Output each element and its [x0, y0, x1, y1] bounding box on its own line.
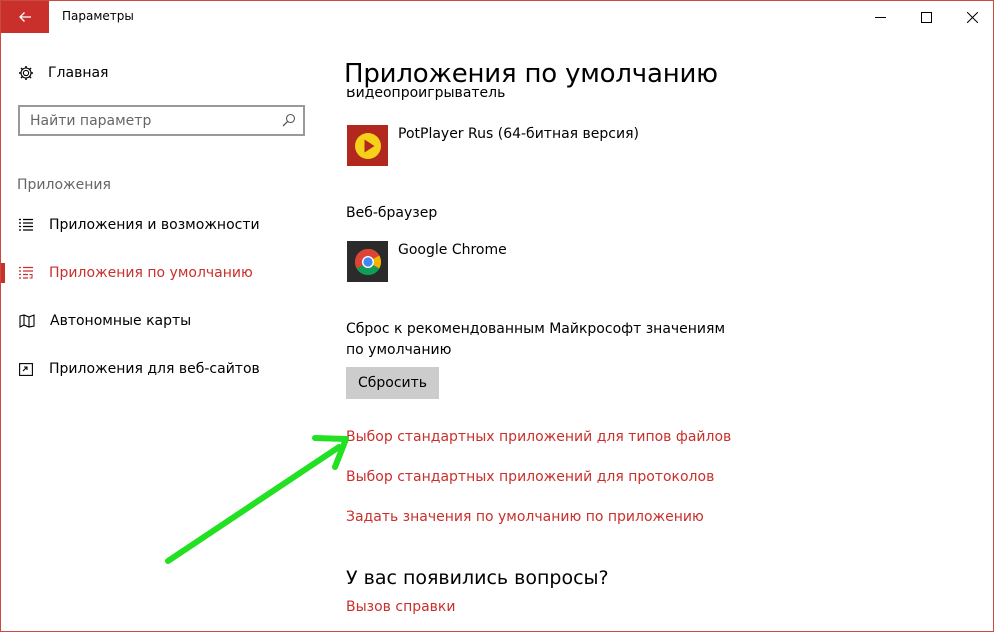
sidebar-item-default-apps[interactable]: Приложения по умолчанию [1, 253, 321, 293]
back-button[interactable] [1, 1, 49, 33]
maximize-icon [920, 11, 932, 23]
map-icon [19, 313, 37, 329]
minimize-icon [874, 16, 886, 18]
sidebar-item-apps-features[interactable]: Приложения и возможности [1, 205, 321, 245]
questions-heading: У вас появились вопросы? [346, 567, 609, 589]
close-button[interactable] [949, 1, 993, 33]
web-apps-icon [19, 361, 37, 377]
browser-label: Веб-браузер [346, 205, 438, 221]
title-bar: Параметры [1, 1, 993, 33]
link-by-app[interactable]: Задать значения по умолчанию по приложен… [346, 509, 704, 525]
maximize-button[interactable] [903, 1, 949, 33]
search-box[interactable] [18, 105, 305, 136]
active-indicator [1, 263, 5, 283]
default-apps-icon [19, 265, 37, 281]
chrome-icon [347, 241, 388, 282]
sidebar-item-offline-maps[interactable]: Автономные карты [1, 301, 321, 341]
minimize-button[interactable] [857, 1, 903, 33]
search-input[interactable] [20, 107, 260, 134]
search-icon [282, 113, 296, 127]
section-label: Приложения [17, 177, 111, 193]
sidebar-item-label: Автономные карты [50, 313, 192, 329]
sidebar-item-label: Приложения и возможности [49, 217, 260, 233]
link-protocols[interactable]: Выбор стандартных приложений для протоко… [346, 469, 714, 485]
home-link[interactable]: Главная [18, 65, 108, 81]
link-file-types[interactable]: Выбор стандартных приложений для типов ф… [346, 429, 731, 445]
reset-button[interactable]: Сбросить [346, 367, 439, 399]
video-player-app-name: PotPlayer Rus (64-битная версия) [398, 126, 639, 142]
reset-description: Сброс к рекомендованным Майкрософт значе… [346, 321, 726, 358]
close-icon [966, 11, 978, 23]
window-title: Параметры [62, 9, 134, 23]
back-arrow-icon [19, 12, 31, 22]
page-title: Приложения по умолчанию [344, 59, 728, 89]
sidebar: Главная Приложения Приложения и возможно… [1, 33, 321, 631]
help-link[interactable]: Вызов справки [346, 599, 456, 615]
gear-icon [19, 66, 33, 80]
sidebar-item-label: Приложения по умолчанию [49, 265, 253, 281]
browser-app[interactable]: Google Chrome [347, 241, 507, 282]
potplayer-icon [347, 125, 388, 166]
list-icon [19, 217, 37, 233]
settings-window: Параметры Главная Приложени [0, 0, 994, 632]
sidebar-item-label: Приложения для веб-сайтов [49, 361, 260, 377]
video-player-app[interactable]: PotPlayer Rus (64-битная версия) [347, 125, 639, 166]
main-content: Видеопроигрыватель Приложения по умолчан… [321, 33, 993, 631]
browser-app-name: Google Chrome [398, 242, 507, 258]
sidebar-item-web-apps[interactable]: Приложения для веб-сайтов [1, 349, 321, 389]
home-label: Главная [48, 65, 109, 81]
